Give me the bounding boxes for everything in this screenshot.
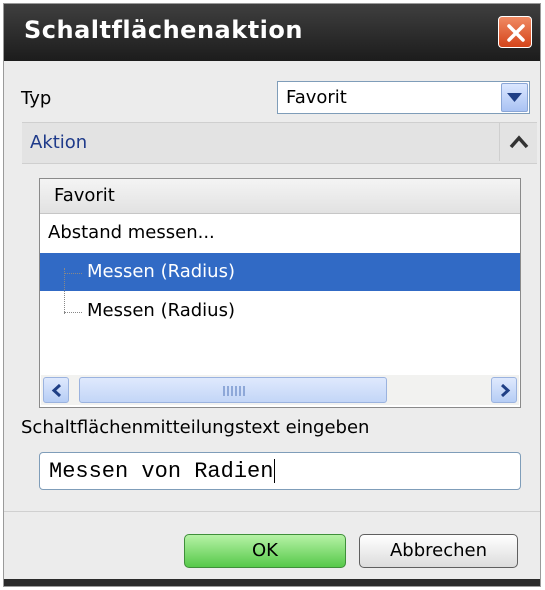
close-button[interactable] <box>498 16 532 48</box>
scroll-left-button[interactable] <box>43 377 69 403</box>
type-select[interactable]: Favorit <box>277 81 530 114</box>
chevron-down-icon <box>507 93 522 102</box>
action-tree[interactable]: Favorit Abstand messen... Messen (Radius… <box>39 178 521 408</box>
text-caret <box>274 459 276 484</box>
tree-header-label: Favorit <box>54 185 115 206</box>
dialog-window: Schaltflächenaktion Typ Favorit Aktion F… <box>3 3 541 587</box>
scroll-left-icon <box>51 384 62 397</box>
collapse-button[interactable] <box>499 123 537 161</box>
tree-item-label: Messen (Radius) <box>87 300 235 321</box>
horizontal-scrollbar[interactable] <box>41 375 519 405</box>
cancel-button[interactable]: Abbrechen <box>359 534 518 568</box>
chevron-up-icon <box>509 135 529 149</box>
close-icon <box>507 24 525 42</box>
tree-column-header[interactable]: Favorit <box>40 179 520 214</box>
separator <box>4 511 540 512</box>
title-bar[interactable]: Schaltflächenaktion <box>4 4 540 61</box>
action-section-header[interactable]: Aktion <box>22 122 537 164</box>
message-text-input[interactable]: Messen von Radien <box>39 452 521 490</box>
tree-item-messen-radius[interactable]: Messen (Radius) <box>40 292 520 330</box>
tree-item-messen-radius-selected[interactable]: Messen (Radius) <box>40 253 520 291</box>
scrollbar-thumb[interactable] <box>79 377 387 403</box>
type-label: Typ <box>21 88 52 109</box>
scrollbar-grip <box>223 386 245 396</box>
message-text-value: Messen von Radien <box>49 459 276 484</box>
action-section-title: Aktion <box>30 132 88 153</box>
type-select-value: Favorit <box>286 87 347 108</box>
tree-item-label: Messen (Radius) <box>87 261 235 282</box>
bottom-frame <box>4 579 540 586</box>
scroll-right-button[interactable] <box>491 377 517 403</box>
tree-item-label: Abstand messen... <box>48 222 215 243</box>
dialog-title: Schaltflächenaktion <box>24 16 303 44</box>
ok-button[interactable]: OK <box>184 534 346 568</box>
dropdown-button[interactable] <box>501 83 528 112</box>
scroll-right-icon <box>500 384 511 397</box>
message-label: Schaltflächenmitteilungstext eingeben <box>21 417 370 438</box>
tree-item-abstand-messen[interactable]: Abstand messen... <box>40 214 520 252</box>
